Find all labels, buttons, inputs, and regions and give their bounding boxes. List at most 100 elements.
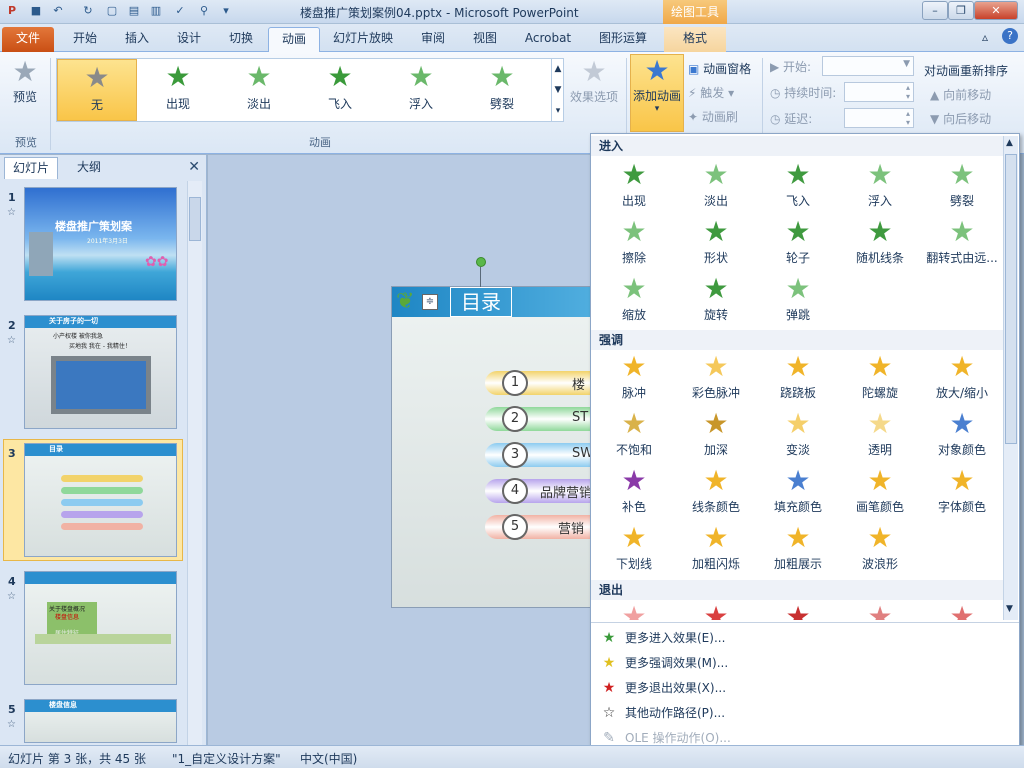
trigger-button[interactable]: ⚡ 触发 ▾ [688, 84, 734, 101]
tab-outline[interactable]: 大纲 [62, 157, 116, 179]
help-icon[interactable]: ? [1002, 28, 1018, 44]
slides-scrollbar[interactable] [187, 181, 202, 745]
slide-thumbnail[interactable]: 关于楼盘概况 楼盘信息 居住特征 [24, 571, 177, 685]
zoom-icon[interactable]: ⚲ [196, 3, 212, 19]
new-icon[interactable]: ▢ [104, 3, 120, 19]
restore-button[interactable]: ❐ [948, 1, 974, 20]
gallery-item[interactable]: ★ 劈裂 [462, 59, 542, 121]
gallery-scroll-down-icon[interactable]: ▼ [551, 80, 564, 101]
emphasis-effect[interactable]: ★ 跷跷板 [757, 350, 839, 401]
emphasis-effect[interactable]: ★ 加粗闪烁 [675, 521, 757, 572]
entrance-effect[interactable]: ★ 翻转式由远... [921, 215, 1003, 266]
exit-effect[interactable]: ★ [757, 600, 839, 620]
menu-item[interactable]: ★ 更多强调效果(M)... [595, 651, 999, 675]
tab-slideshow[interactable]: 幻灯片放映 [322, 27, 404, 52]
emphasis-effect[interactable]: ★ 不饱和 [593, 407, 675, 458]
slide-thumbnail[interactable]: 楼盘信息 [24, 699, 177, 743]
scroll-thumb[interactable] [189, 197, 201, 241]
emphasis-effect[interactable]: ★ 放大/缩小 [921, 350, 1003, 401]
tab-insert[interactable]: 插入 [112, 27, 162, 52]
customize-icon[interactable]: ▾ [218, 3, 234, 19]
gallery-scroll-up-icon[interactable]: ▲ [551, 59, 564, 80]
scroll-down-icon[interactable]: ▼ [1006, 604, 1013, 614]
emphasis-effect[interactable]: ★ 填充颜色 [757, 464, 839, 515]
move-later-button[interactable]: ▼ 向后移动 [930, 110, 991, 127]
emphasis-effect[interactable]: ★ 字体颜色 [921, 464, 1003, 515]
tab-slides[interactable]: 幻灯片 [4, 157, 58, 179]
entrance-effect[interactable]: ★ 旋转 [675, 272, 757, 323]
powerpoint-logo-icon[interactable]: P [4, 3, 20, 19]
emphasis-effect[interactable]: ★ 加粗展示 [757, 521, 839, 572]
gallery-item[interactable]: ★ 淡出 [219, 59, 299, 121]
exit-effect[interactable]: ★ [921, 600, 1003, 620]
animation-pane-button[interactable]: ▣ 动画窗格 [688, 60, 751, 77]
start-select[interactable]: ▼ [822, 56, 914, 76]
entrance-effect[interactable]: ★ 出现 [593, 158, 675, 209]
tab-format[interactable]: 格式 [664, 27, 726, 52]
exit-effect[interactable]: ★ [593, 600, 675, 620]
emphasis-effect[interactable]: ★ 对象颜色 [921, 407, 1003, 458]
dropdown-scrollbar[interactable]: ▲ ▼ [1003, 136, 1018, 620]
menu-item[interactable]: ★ 更多进入效果(E)... [595, 626, 999, 650]
slide-title[interactable]: 目录 [450, 287, 512, 317]
gallery-expand-icon[interactable]: ▾ [551, 101, 564, 121]
close-panel-icon[interactable]: ✕ [188, 159, 200, 175]
save-icon[interactable]: ■ [28, 3, 44, 19]
rotation-handle[interactable] [476, 257, 486, 267]
emphasis-effect[interactable]: ★ 波浪形 [839, 521, 921, 572]
entrance-effect[interactable]: ★ 擦除 [593, 215, 675, 266]
emphasis-effect[interactable]: ★ 下划线 [593, 521, 675, 572]
emphasis-effect[interactable]: ★ 加深 [675, 407, 757, 458]
entrance-effect[interactable]: ★ 随机线条 [839, 215, 921, 266]
emphasis-effect[interactable]: ★ 彩色脉冲 [675, 350, 757, 401]
spelling-icon[interactable]: ✓ [172, 3, 188, 19]
theme-name[interactable]: "1_自定义设计方案" [172, 750, 281, 767]
animation-painter-button[interactable]: ✦ 动画刷 [688, 108, 738, 125]
tab-view[interactable]: 视图 [460, 27, 510, 52]
move-earlier-button[interactable]: ▲ 向前移动 [930, 86, 991, 103]
undo-icon[interactable]: ↶ [50, 3, 66, 19]
open-icon[interactable]: ▤ [126, 3, 142, 19]
minimize-button[interactable]: – [922, 1, 948, 20]
entrance-effect[interactable]: ★ 淡出 [675, 158, 757, 209]
gallery-item[interactable]: ★ 飞入 [300, 59, 380, 121]
entrance-effect[interactable]: ★ 弹跳 [757, 272, 839, 323]
slide-thumbnail[interactable]: 关于房子的一切 小产权楼 被你我急 买地我 我在 - 我精住！ [24, 315, 177, 429]
entrance-effect[interactable]: ★ 飞入 [757, 158, 839, 209]
emphasis-effect[interactable]: ★ 陀螺旋 [839, 350, 921, 401]
tab-design[interactable]: 设计 [164, 27, 214, 52]
entrance-effect[interactable]: ★ 形状 [675, 215, 757, 266]
emphasis-effect[interactable]: ★ 线条颜色 [675, 464, 757, 515]
scroll-thumb[interactable] [1005, 154, 1017, 444]
tab-shape-operations[interactable]: 图形运算 [586, 27, 660, 52]
gallery-item[interactable]: ★ 浮入 [381, 59, 461, 121]
tab-file[interactable]: 文件 [2, 27, 54, 52]
tab-acrobat[interactable]: Acrobat [514, 27, 582, 52]
language-indicator[interactable]: 中文(中国) [300, 750, 357, 767]
exit-effect[interactable]: ★ [839, 600, 921, 620]
emphasis-effect[interactable]: ★ 画笔颜色 [839, 464, 921, 515]
slide-thumbnail[interactable]: 楼盘推广策划案 2011年3月3日 ✿✿ [24, 187, 177, 301]
scroll-up-icon[interactable]: ▲ [1006, 138, 1013, 148]
gallery-item[interactable]: ★ 无 [57, 59, 137, 121]
menu-item[interactable]: ☆ 其他动作路径(P)... [595, 701, 999, 725]
gallery-item[interactable]: ★ 出现 [138, 59, 218, 121]
emphasis-effect[interactable]: ★ 透明 [839, 407, 921, 458]
entrance-effect[interactable]: ★ 劈裂 [921, 158, 1003, 209]
tab-home[interactable]: 开始 [60, 27, 110, 52]
preview-button[interactable]: ★ 预览 [4, 56, 46, 105]
entrance-effect[interactable]: ★ 浮入 [839, 158, 921, 209]
collapse-ribbon-icon[interactable]: ▵ [982, 30, 988, 44]
menu-item[interactable]: ★ 更多退出效果(X)... [595, 676, 999, 700]
layout-marker-icon[interactable]: ≑ [422, 294, 438, 310]
tab-transitions[interactable]: 切换 [216, 27, 266, 52]
duration-field[interactable]: ▴ ▾ [844, 82, 914, 102]
entrance-effect[interactable]: ★ 轮子 [757, 215, 839, 266]
add-animation-button[interactable]: ★ 添加动画 ▾ [630, 54, 684, 132]
slide-thumbnail-selected[interactable]: 目录 [24, 443, 177, 557]
tab-review[interactable]: 审阅 [408, 27, 458, 52]
emphasis-effect[interactable]: ★ 变淡 [757, 407, 839, 458]
current-slide[interactable]: ❦ ≑ 目录 1 楼 2 ST 3 SW 4 品牌营销 5 营销 [391, 286, 621, 608]
print-preview-icon[interactable]: ▥ [148, 3, 164, 19]
tab-animations[interactable]: 动画 [268, 27, 320, 52]
